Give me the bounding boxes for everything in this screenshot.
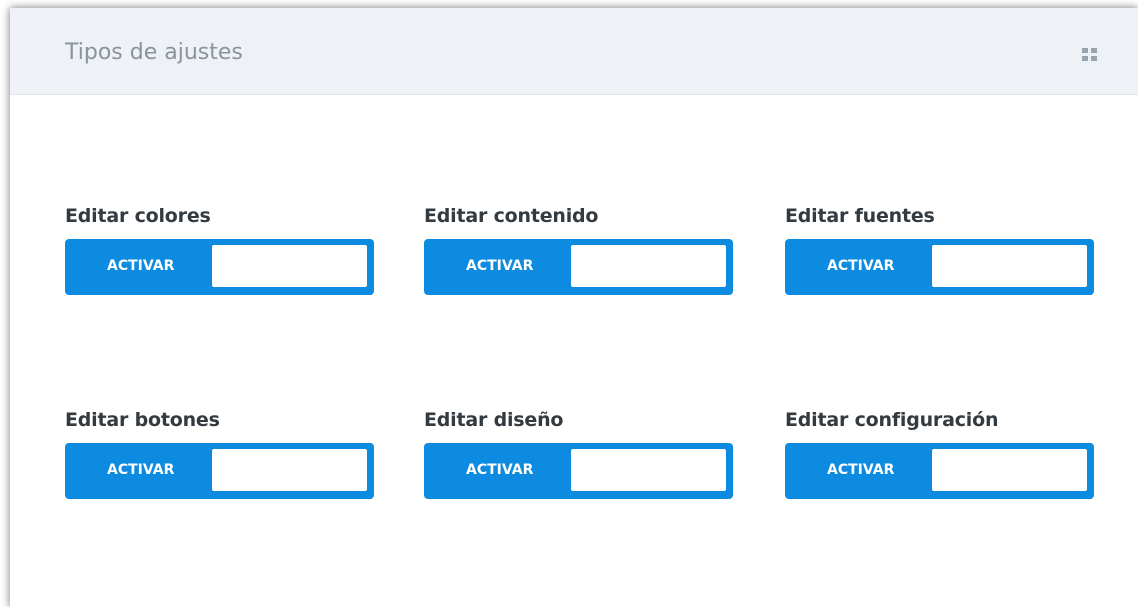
grid-icon-cell xyxy=(1091,48,1097,53)
setting-label: Editar contenido xyxy=(424,205,599,227)
grid-icon-cell xyxy=(1091,56,1097,61)
grid-icon-cell xyxy=(1082,48,1088,53)
toggle-knob[interactable] xyxy=(571,449,726,491)
toggle-knob[interactable] xyxy=(212,449,367,491)
toggle-label: ACTIVAR xyxy=(827,258,895,274)
toggle-knob[interactable] xyxy=(932,245,1087,287)
setting-label: Editar diseño xyxy=(424,409,564,431)
toggle-label: ACTIVAR xyxy=(827,462,895,478)
toggle-edit-fonts[interactable]: ACTIVAR xyxy=(785,239,1094,295)
setting-edit-design: Editar diseño ACTIVAR xyxy=(424,409,734,499)
toggle-edit-design[interactable]: ACTIVAR xyxy=(424,443,733,499)
toggle-label: ACTIVAR xyxy=(107,258,175,274)
toggle-edit-buttons[interactable]: ACTIVAR xyxy=(65,443,374,499)
toggle-knob[interactable] xyxy=(571,245,726,287)
settings-panel: Tipos de ajustes Editar colores ACTIVAR … xyxy=(10,8,1138,607)
panel-title: Tipos de ajustes xyxy=(65,40,243,65)
toggle-edit-colors[interactable]: ACTIVAR xyxy=(65,239,374,295)
setting-edit-fonts: Editar fuentes ACTIVAR xyxy=(785,205,1095,295)
setting-edit-buttons: Editar botones ACTIVAR xyxy=(65,409,375,499)
grid-icon-cell xyxy=(1082,56,1088,61)
toggle-knob[interactable] xyxy=(212,245,367,287)
toggle-label: ACTIVAR xyxy=(466,258,534,274)
toggle-edit-configuration[interactable]: ACTIVAR xyxy=(785,443,1094,499)
setting-label: Editar configuración xyxy=(785,409,999,431)
setting-label: Editar botones xyxy=(65,409,220,431)
grid-icon[interactable] xyxy=(1082,48,1098,62)
panel-header: Tipos de ajustes xyxy=(10,8,1138,95)
setting-label: Editar fuentes xyxy=(785,205,935,227)
setting-edit-content: Editar contenido ACTIVAR xyxy=(424,205,734,295)
setting-edit-configuration: Editar configuración ACTIVAR xyxy=(785,409,1095,499)
toggle-label: ACTIVAR xyxy=(466,462,534,478)
toggle-label: ACTIVAR xyxy=(107,462,175,478)
toggle-knob[interactable] xyxy=(932,449,1087,491)
window-frame: Tipos de ajustes Editar colores ACTIVAR … xyxy=(0,0,1138,607)
setting-edit-colors: Editar colores ACTIVAR xyxy=(65,205,375,295)
setting-label: Editar colores xyxy=(65,205,211,227)
toggle-edit-content[interactable]: ACTIVAR xyxy=(424,239,733,295)
